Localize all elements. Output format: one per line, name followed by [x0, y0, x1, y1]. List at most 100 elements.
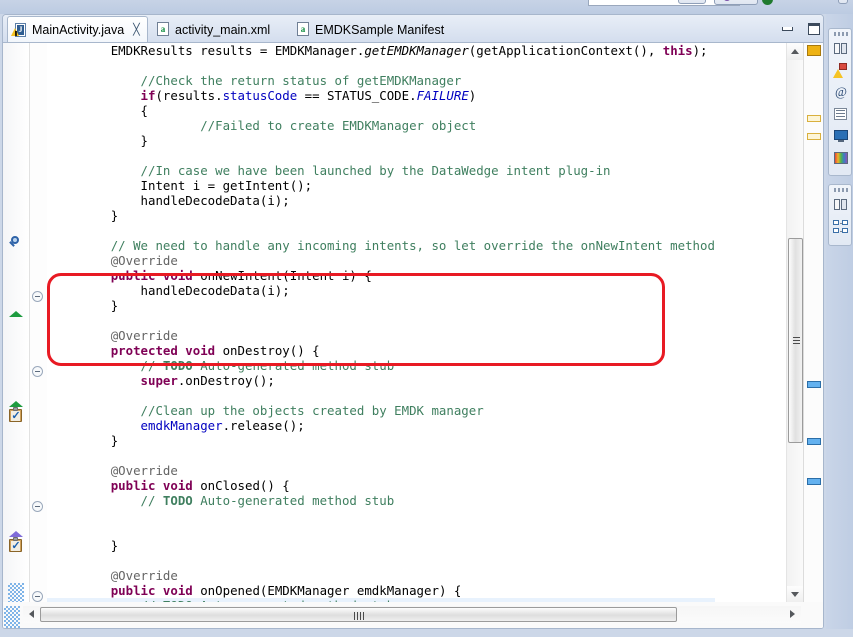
code-line: @Override [47, 328, 715, 343]
clipboard-task-icon[interactable]: ✓ [9, 407, 23, 422]
toolbar-button-b[interactable] [714, 0, 758, 5]
code-line: handleDecodeData(i); [47, 283, 715, 298]
fold-collapse-toggle[interactable] [32, 366, 43, 377]
code-line: } [47, 133, 715, 148]
javadoc-view-icon[interactable]: @ [833, 84, 849, 100]
code-line: // We need to handle any incoming intent… [47, 238, 715, 253]
code-line: } [47, 208, 715, 223]
tab-emdksample-manifest[interactable]: a EMDKSample Manifest [291, 17, 451, 42]
toolbar-run-icon[interactable] [762, 0, 773, 5]
code-line: } [47, 538, 715, 553]
tab-mainactivity-java[interactable]: J ! MainActivity.java ╳ [7, 16, 148, 43]
code-line: //In case we have been launched by the D… [47, 163, 715, 178]
code-line: { [47, 103, 715, 118]
fold-collapse-toggle[interactable] [32, 291, 43, 302]
code-line [47, 388, 715, 403]
view-toolbar-group-2 [828, 184, 852, 246]
view-toolbar-group-1: @ [828, 28, 852, 176]
code-line: @Override [47, 568, 715, 583]
code-line: //Check the return status of getEMDKMana… [47, 73, 715, 88]
toolbar-drag-handle[interactable] [834, 32, 848, 36]
code-line [47, 553, 715, 568]
xml-file-icon: a [296, 22, 310, 37]
console-view-icon[interactable] [833, 128, 849, 144]
horizontal-scrollbar[interactable] [23, 606, 801, 623]
scroll-up-arrow-icon[interactable] [787, 43, 804, 60]
code-line: handleDecodeData(i); [47, 193, 715, 208]
code-line: public void onOpened(EMDKManager emdkMan… [47, 583, 715, 598]
scroll-right-arrow-icon[interactable] [784, 606, 801, 623]
code-editor-text-area[interactable]: EMDKResults results = EMDKManager.getEMD… [47, 43, 783, 603]
code-line [47, 508, 715, 523]
minimize-panel-button[interactable] [781, 22, 795, 36]
code-line [47, 223, 715, 238]
code-line: @Override [47, 253, 715, 268]
tab-close-icon[interactable]: ╳ [133, 25, 140, 36]
tab-activity-main-xml[interactable]: a activity_main.xml [151, 17, 277, 42]
fold-collapse-toggle[interactable] [32, 591, 43, 602]
restore-view-icon[interactable] [833, 196, 849, 212]
fold-collapse-toggle[interactable] [32, 501, 43, 512]
toolbar-button-a[interactable] [678, 0, 706, 4]
editor-tab-bar: J ! MainActivity.java ╳ a activity_main.… [3, 15, 824, 42]
declaration-view-icon[interactable] [833, 106, 849, 122]
editor-body: ✓ ✓ ✓ EMDKResults results = EMDKManager.… [3, 42, 824, 629]
code-line: } [47, 298, 715, 313]
editor-window: J ! MainActivity.java ╳ a activity_main.… [2, 14, 824, 629]
task-marker[interactable] [807, 438, 821, 445]
code-line: public void onClosed() { [47, 478, 715, 493]
annotation-gutter[interactable]: ✓ ✓ ✓ [3, 43, 30, 603]
task-marker[interactable] [807, 381, 821, 388]
code-line: super.onDestroy(); [47, 373, 715, 388]
tab-label: MainActivity.java [32, 23, 124, 37]
scroll-left-arrow-icon[interactable] [23, 606, 40, 623]
scroll-down-arrow-icon[interactable] [787, 586, 804, 603]
code-line: @Override [47, 463, 715, 478]
tab-label: activity_main.xml [175, 23, 270, 37]
code-line [47, 58, 715, 73]
vertical-scroll-thumb[interactable] [788, 238, 803, 443]
magnifier-icon[interactable] [9, 236, 21, 248]
view-toolbar: @ [826, 14, 853, 629]
overview-ruler[interactable] [803, 43, 824, 603]
xml-file-icon: a [156, 22, 170, 37]
warning-marker[interactable] [807, 133, 821, 140]
code-line: EMDKResults results = EMDKManager.getEMD… [47, 43, 715, 58]
warning-marker[interactable] [807, 115, 821, 122]
overview-summary-marker[interactable] [807, 45, 821, 56]
maximize-panel-button[interactable] [807, 22, 821, 36]
tab-label: EMDKSample Manifest [315, 23, 444, 37]
restore-view-icon[interactable] [833, 40, 849, 56]
green-triangle-icon[interactable] [9, 311, 23, 317]
code-line [47, 523, 715, 538]
code-line [47, 313, 715, 328]
folding-gutter[interactable] [30, 43, 47, 603]
horizontal-scroll-thumb[interactable] [40, 607, 677, 622]
outline-view-icon[interactable] [833, 219, 849, 235]
task-marker[interactable] [807, 478, 821, 485]
code-lines: EMDKResults results = EMDKManager.getEMD… [47, 43, 715, 603]
code-line [47, 148, 715, 163]
code-line: //Failed to create EMDKManager object [47, 118, 715, 133]
code-line: } [47, 433, 715, 448]
code-line: emdkManager.release(); [47, 418, 715, 433]
application-toolbar-strip [0, 0, 853, 14]
code-line: Intent i = getIntent(); [47, 178, 715, 193]
clipboard-task-icon[interactable]: ✓ [9, 537, 23, 552]
code-line [47, 448, 715, 463]
code-line: public void onNewIntent(Intent i) { [47, 268, 715, 283]
horizontal-scrollbar-row [3, 602, 824, 629]
code-line: //Clean up the objects created by EMDK m… [47, 403, 715, 418]
toolbar-drag-handle[interactable] [834, 188, 848, 192]
panel-window-controls [781, 19, 821, 39]
selection-block-marker [4, 606, 20, 629]
toolbar-overflow-button[interactable] [838, 0, 848, 4]
problems-view-icon[interactable] [833, 62, 849, 78]
code-line: // TODO Auto-generated method stub [47, 493, 715, 508]
code-line: // TODO Auto-generated method stub [47, 358, 715, 373]
code-line: protected void onDestroy() { [47, 343, 715, 358]
vertical-scrollbar[interactable] [786, 43, 803, 603]
java-file-warning-icon: J ! [13, 23, 27, 38]
graphics-view-icon[interactable] [833, 150, 849, 166]
code-line: if(results.statusCode == STATUS_CODE.FAI… [47, 88, 715, 103]
